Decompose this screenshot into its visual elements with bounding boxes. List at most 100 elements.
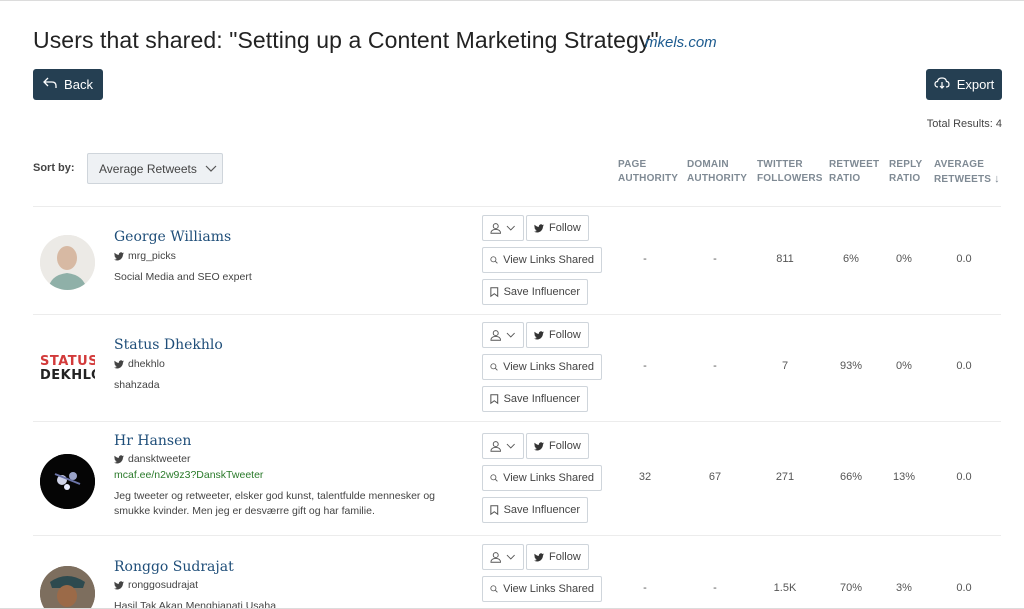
col-page-authority[interactable]: PAGE AUTHORITY: [618, 158, 678, 186]
page-authority-value: -: [643, 253, 647, 265]
back-label: Back: [64, 77, 93, 92]
avatar: [40, 235, 95, 290]
avg-retweets-value: 0.0: [956, 582, 972, 594]
reply-ratio-value: 3%: [896, 582, 912, 594]
follow-button[interactable]: Follow: [526, 433, 589, 459]
retweet-ratio-value: 6%: [843, 253, 859, 265]
user-name[interactable]: Hr Hansen: [114, 433, 191, 449]
followers-value: 271: [775, 471, 795, 483]
search-icon: [490, 474, 498, 482]
user-bio: Social Media and SEO expert: [114, 271, 252, 283]
user-menu-button[interactable]: [482, 215, 524, 241]
twitter-icon: [114, 251, 124, 260]
reply-ratio-value: 0%: [896, 253, 912, 265]
domain-authority-value: -: [713, 253, 717, 265]
retweet-ratio-value: 70%: [839, 582, 863, 594]
user-handle: dansktweeter: [114, 453, 190, 465]
avatar: [40, 566, 95, 608]
avg-retweets-value: 0.0: [956, 360, 972, 372]
col-domain-authority[interactable]: DOMAIN AUTHORITY: [687, 158, 747, 186]
user-menu-button[interactable]: [482, 544, 524, 570]
follow-button[interactable]: Follow: [526, 322, 589, 348]
user-name[interactable]: Status Dhekhlo: [114, 337, 223, 353]
avatar: STATUS DEKHLO: [40, 341, 95, 396]
user-icon: [490, 552, 501, 563]
retweet-ratio-value: 66%: [839, 471, 863, 483]
page-authority-value: 32: [638, 471, 652, 483]
view-links-button[interactable]: View Links Shared: [482, 247, 602, 273]
bookmark-icon: [490, 505, 499, 516]
col-twitter-followers[interactable]: TWITTER FOLLOWERS: [757, 158, 823, 186]
user-bio: Hasil Tak Akan Menghianati Usaha: [114, 600, 277, 609]
view-links-button[interactable]: View Links Shared: [482, 576, 602, 602]
domain-link[interactable]: mkels.com: [645, 34, 717, 51]
bookmark-icon: [490, 287, 499, 298]
user-bio: Jeg tweeter og retweeter, elsker god kun…: [114, 490, 436, 517]
chevron-down-icon: [507, 554, 516, 560]
avatar: [40, 454, 95, 509]
reply-ratio-value: 13%: [892, 471, 916, 483]
avg-retweets-value: 0.0: [956, 253, 972, 265]
follow-button[interactable]: Follow: [526, 544, 589, 570]
user-menu-button[interactable]: [482, 322, 524, 348]
retweet-ratio-value: 93%: [839, 360, 863, 372]
twitter-icon: [534, 441, 544, 450]
table-row: Ronggo Sudrajat ronggosudrajat Hasil Tak…: [33, 535, 1001, 609]
chevron-down-icon: [507, 332, 516, 338]
followers-value: 811: [776, 253, 794, 265]
back-button[interactable]: Back: [33, 69, 103, 100]
user-icon: [490, 441, 501, 452]
user-name[interactable]: Ronggo Sudrajat: [114, 559, 234, 575]
domain-authority-value: 67: [708, 471, 722, 483]
twitter-icon: [534, 552, 544, 561]
user-menu-button[interactable]: [482, 433, 524, 459]
twitter-icon: [114, 359, 124, 368]
user-bio: shahzada: [114, 379, 160, 391]
followers-value: 1.5K: [773, 582, 797, 594]
chevron-down-icon: [507, 443, 516, 449]
reply-ratio-value: 0%: [896, 360, 912, 372]
twitter-icon: [114, 580, 124, 589]
table-row: George Williams mrg_picks Social Media a…: [33, 206, 1001, 314]
sort-value: Average Retweets: [99, 161, 197, 176]
user-icon: [490, 223, 501, 234]
twitter-icon: [114, 454, 124, 463]
twitter-icon: [534, 330, 544, 339]
chevron-down-icon: [205, 162, 217, 176]
save-influencer-button[interactable]: Save Influencer: [482, 386, 588, 412]
page-authority-value: -: [643, 360, 647, 372]
table-row: STATUS DEKHLO Status Dhekhlo dhekhlo sha…: [33, 314, 1001, 421]
user-handle: dhekhlo: [114, 358, 165, 370]
export-button[interactable]: Export: [926, 69, 1002, 100]
avg-retweets-value: 0.0: [956, 471, 972, 483]
user-url[interactable]: mcaf.ee/n2w9z3?DanskTweeter: [114, 469, 263, 481]
domain-authority-value: -: [713, 360, 717, 372]
twitter-icon: [534, 223, 544, 232]
col-average-retweets[interactable]: AVERAGE RETWEETS ↓: [934, 158, 1000, 187]
view-links-button[interactable]: View Links Shared: [482, 465, 602, 491]
sort-dropdown[interactable]: Average Retweets: [87, 153, 223, 184]
domain-authority-value: -: [713, 582, 717, 594]
col-retweet-ratio[interactable]: RETWEET RATIO: [829, 158, 879, 186]
page-title: Users that shared: "Setting up a Content…: [33, 27, 659, 53]
page: Users that shared: "Setting up a Content…: [0, 0, 1024, 609]
user-name[interactable]: George Williams: [114, 229, 231, 245]
followers-value: 7: [781, 360, 789, 372]
search-icon: [490, 363, 498, 371]
sort-arrow-down-icon: ↓: [994, 173, 1000, 185]
view-links-button[interactable]: View Links Shared: [482, 354, 602, 380]
follow-button[interactable]: Follow: [526, 215, 589, 241]
chevron-down-icon: [507, 225, 516, 231]
user-handle: ronggosudrajat: [114, 579, 198, 591]
search-icon: [490, 585, 498, 593]
sort-label: Sort by:: [33, 162, 75, 174]
total-results: Total Results: 4: [926, 118, 1002, 130]
bookmark-icon: [490, 394, 499, 405]
cloud-download-icon: [934, 77, 950, 92]
table-row: Hr Hansen dansktweeter mcaf.ee/n2w9z3?Da…: [33, 421, 1001, 535]
save-influencer-button[interactable]: Save Influencer: [482, 279, 588, 305]
col-reply-ratio[interactable]: REPLY RATIO: [889, 158, 922, 186]
save-influencer-button[interactable]: Save Influencer: [482, 497, 588, 523]
page-authority-value: -: [643, 582, 647, 594]
search-icon: [490, 256, 498, 264]
